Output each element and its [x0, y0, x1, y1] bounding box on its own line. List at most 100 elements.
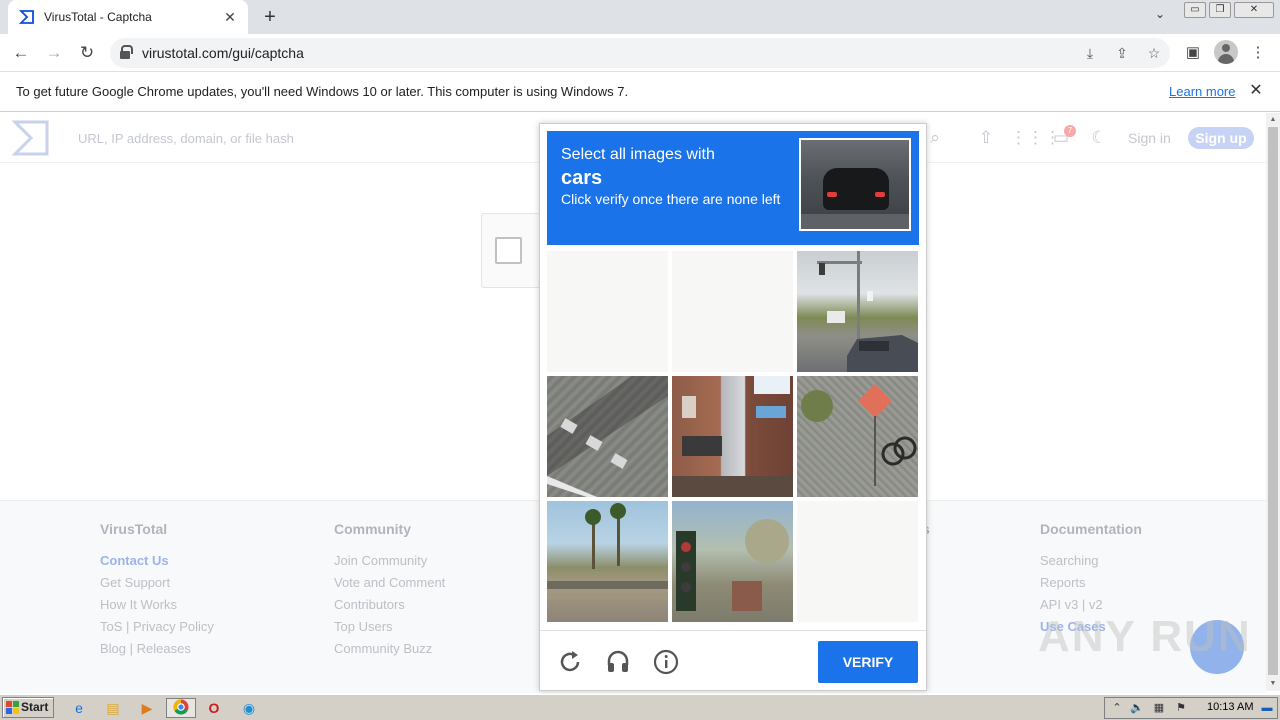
footer-link[interactable]: Get Support: [100, 575, 214, 597]
infobar-close-icon[interactable]: ✕: [1247, 82, 1265, 100]
captcha-tile-1[interactable]: [547, 251, 668, 372]
close-window-button[interactable]: ✕: [1234, 2, 1274, 18]
footer-link[interactable]: Contact Us: [100, 553, 214, 575]
browser-tab[interactable]: VirusTotal - Captcha ✕: [8, 0, 248, 34]
footer-link[interactable]: ToS | Privacy Policy: [100, 619, 214, 641]
captcha-tile-4[interactable]: [547, 376, 668, 497]
learn-more-link[interactable]: Learn more: [1169, 84, 1235, 99]
restore-button[interactable]: ❐: [1209, 2, 1231, 18]
tab-search-chevron-icon[interactable]: ⌄: [1150, 7, 1170, 27]
profile-avatar-icon[interactable]: [1214, 40, 1238, 64]
captcha-tile-3[interactable]: [797, 251, 918, 372]
footer-link[interactable]: Join Community: [334, 553, 445, 575]
verify-button[interactable]: VERIFY: [818, 641, 918, 683]
notification-badge: 7: [1064, 125, 1076, 137]
search-icon[interactable]: ⌕: [924, 127, 946, 149]
scroll-thumb[interactable]: [1268, 127, 1278, 675]
apps-grid-icon[interactable]: ⋮⋮⋮: [1010, 127, 1061, 149]
bookmark-star-icon[interactable]: ☆: [1144, 43, 1164, 63]
tab-title: VirusTotal - Captcha: [44, 10, 152, 24]
captcha-header: Select all images with cars Click verify…: [547, 131, 919, 245]
sign-in-link[interactable]: Sign in: [1128, 130, 1171, 146]
footer-heading: VirusTotal: [100, 521, 168, 537]
road-surface: [801, 214, 909, 229]
sign-up-button[interactable]: Sign up: [1188, 127, 1254, 149]
captcha-tile-9[interactable]: [797, 501, 918, 622]
info-icon[interactable]: [653, 649, 679, 675]
infobar-message: To get future Google Chrome updates, you…: [16, 84, 629, 99]
captcha-image-grid: [547, 251, 919, 623]
upload-icon[interactable]: ⇧: [975, 127, 997, 149]
anyrun-watermark: ANY RUN: [1038, 612, 1252, 661]
captcha-sample-car-image: [799, 138, 911, 231]
browser-titlebar: VirusTotal - Captcha ✕ + ⌄ ▭ ❐ ✕: [0, 0, 1280, 34]
reload-challenge-icon[interactable]: [557, 649, 583, 675]
share-icon[interactable]: ⇪: [1112, 43, 1132, 63]
footer-heading: Community: [334, 521, 411, 537]
traffic-light-scene: [676, 519, 789, 611]
footer-link[interactable]: Blog | Releases: [100, 641, 214, 663]
minimize-button[interactable]: ▭: [1184, 2, 1206, 18]
reload-icon[interactable]: ↻: [76, 42, 98, 64]
opera-icon[interactable]: O: [203, 698, 225, 718]
network-icon[interactable]: ▦: [1151, 700, 1167, 716]
captcha-tile-2[interactable]: [672, 251, 793, 372]
forward-arrow-icon[interactable]: →: [43, 42, 65, 64]
new-tab-button[interactable]: +: [258, 6, 282, 28]
tray-expand-icon[interactable]: ⌃: [1109, 700, 1125, 716]
back-arrow-icon[interactable]: ←: [10, 42, 32, 64]
menu-kebab-icon[interactable]: ⋮: [1247, 42, 1269, 64]
media-player-icon[interactable]: ▶: [136, 698, 158, 718]
dark-mode-moon-icon[interactable]: ☾: [1088, 127, 1110, 149]
captcha-tile-5[interactable]: [672, 376, 793, 497]
address-bar[interactable]: virustotal.com/gui/captcha ⤓ ⇪ ☆: [110, 38, 1170, 68]
page-scrollbar[interactable]: ▲ ▼: [1266, 113, 1280, 691]
tab-close-icon[interactable]: ✕: [222, 9, 238, 25]
start-button[interactable]: Start: [2, 697, 54, 718]
side-panel-icon[interactable]: ▣: [1182, 42, 1204, 64]
captcha-tile-7[interactable]: [547, 501, 668, 622]
edge-icon[interactable]: ◉: [238, 698, 260, 718]
sign-scene: [801, 384, 917, 486]
system-tray: ⌃ 🔈 ▦ ⚑ 10:13 AM ▬: [1104, 697, 1278, 719]
captcha-tile-8[interactable]: [672, 501, 793, 622]
footer-column-community: Community Join Community Vote and Commen…: [334, 521, 445, 663]
footer-heading: Documentation: [1040, 521, 1142, 537]
file-explorer-icon[interactable]: ▤: [102, 698, 124, 718]
footer-link[interactable]: Community Buzz: [334, 641, 445, 663]
captcha-tile-6[interactable]: [797, 376, 918, 497]
show-desktop-icon[interactable]: ▬: [1259, 700, 1275, 716]
action-center-flag-icon[interactable]: ⚑: [1173, 700, 1189, 716]
recaptcha-checkbox[interactable]: [495, 237, 522, 264]
volume-icon[interactable]: 🔈: [1129, 700, 1145, 716]
virustotal-logo-icon[interactable]: [11, 119, 50, 157]
chrome-taskbar-icon[interactable]: [166, 698, 196, 718]
palm-scene: [547, 503, 668, 599]
footer-link[interactable]: Contributors: [334, 597, 445, 619]
footer-link[interactable]: Searching: [1040, 553, 1142, 575]
install-app-icon[interactable]: ⤓: [1080, 43, 1100, 63]
footer-link[interactable]: How It Works: [100, 597, 214, 619]
street-scene: [817, 251, 918, 372]
road-marking: [547, 376, 668, 497]
vt-search-input[interactable]: URL, IP address, domain, or file hash: [78, 131, 294, 146]
scroll-down-arrow-icon[interactable]: ▼: [1268, 679, 1278, 689]
captcha-footer: VERIFY: [540, 630, 926, 690]
captcha-target-word: cars: [561, 167, 603, 189]
car-body: [823, 168, 889, 210]
start-label: Start: [21, 700, 49, 714]
footer-link[interactable]: Reports: [1040, 575, 1142, 597]
url-text: virustotal.com/gui/captcha: [142, 45, 304, 61]
audio-challenge-headphones-icon[interactable]: [605, 649, 631, 675]
building-scene: [672, 376, 793, 497]
footer-link[interactable]: Vote and Comment: [334, 575, 445, 597]
footer-link[interactable]: Top Users: [334, 619, 445, 641]
scroll-up-arrow-icon[interactable]: ▲: [1268, 115, 1278, 125]
internet-explorer-icon[interactable]: e: [68, 698, 90, 718]
captcha-instruction: Click verify once there are none left: [561, 191, 781, 207]
captcha-challenge-popup: Select all images with cars Click verify…: [539, 123, 927, 691]
captcha-select-text: Select all images with: [561, 146, 715, 163]
lock-icon: [120, 45, 133, 59]
browser-toolbar: ← → ↻ virustotal.com/gui/captcha ⤓ ⇪ ☆ ▣…: [0, 34, 1280, 72]
windows-taskbar: Start e ▤ ▶ O ◉ ⌃ 🔈 ▦ ⚑ 10:13 AM ▬: [0, 694, 1280, 720]
